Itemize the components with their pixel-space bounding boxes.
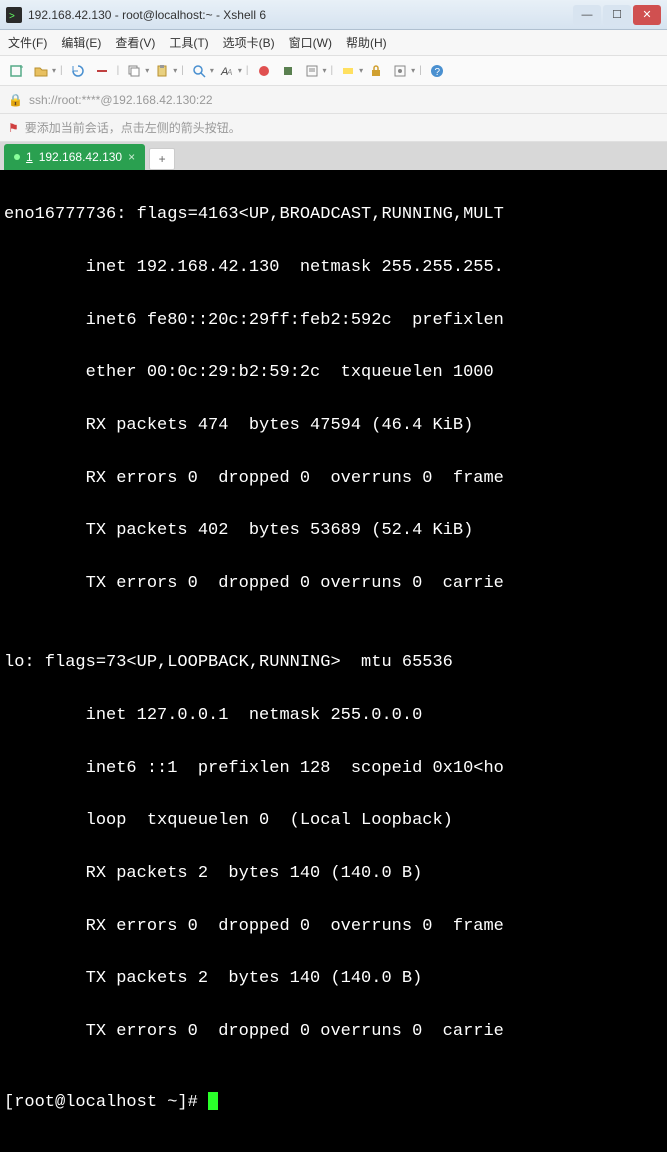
new-tab-button[interactable]: + [149,148,175,170]
cursor-icon [208,1092,218,1110]
window-title: 192.168.42.130 - root@localhost:~ - Xshe… [28,8,573,22]
copy-icon[interactable] [123,60,145,82]
disconnect-icon[interactable] [91,60,113,82]
dropdown-icon[interactable]: ▾ [238,66,242,75]
menu-file[interactable]: 文件(F) [8,34,47,51]
terminal-line: TX errors 0 dropped 0 overruns 0 carrie [4,1019,663,1045]
search-icon[interactable] [188,60,210,82]
terminal-output[interactable]: eno16777736: flags=4163<UP,BROADCAST,RUN… [0,170,667,1152]
dropdown-icon[interactable]: ▾ [173,66,177,75]
session-tab[interactable]: 1 192.168.42.130 × [4,144,145,170]
menu-tools[interactable]: 工具(T) [169,34,208,51]
tab-close-icon[interactable]: × [128,150,135,164]
minimize-button[interactable]: — [573,5,601,25]
menu-help[interactable]: 帮助(H) [346,34,387,51]
dropdown-icon[interactable]: ▾ [411,66,415,75]
window-titlebar: > 192.168.42.130 - root@localhost:~ - Xs… [0,0,667,30]
help-icon[interactable]: ? [426,60,448,82]
maximize-button[interactable]: ☐ [603,5,631,25]
app-icon: > [6,7,22,23]
font-icon[interactable]: AA [216,60,238,82]
dropdown-icon[interactable]: ▾ [323,66,327,75]
svg-text:>: > [9,11,15,22]
connection-indicator-icon [14,154,20,160]
script-icon[interactable] [301,60,323,82]
toolbar: ▾ | | ▾ ▾ | ▾ AA ▾ | ▾ | ▾ ▾ | ? [0,56,667,86]
terminal-line: RX errors 0 dropped 0 overruns 0 frame [4,466,663,492]
address-bar[interactable]: 🔒 ssh://root:****@192.168.42.130:22 [0,86,667,114]
dropdown-icon[interactable]: ▾ [359,66,363,75]
hint-text: 要添加当前会话，点击左侧的箭头按钮。 [25,119,241,136]
terminal-line: RX errors 0 dropped 0 overruns 0 frame [4,914,663,940]
terminal-line: inet6 ::1 prefixlen 128 scopeid 0x10<ho [4,756,663,782]
terminal-line: ether 00:0c:29:b2:59:2c txqueuelen 1000 [4,360,663,386]
menu-edit[interactable]: 编辑(E) [61,34,101,51]
tab-index: 1 [26,150,33,164]
menu-window[interactable]: 窗口(W) [289,34,332,51]
properties-icon[interactable] [389,60,411,82]
close-button[interactable]: ✕ [633,5,661,25]
terminal-line: inet6 fe80::20c:29ff:feb2:592c prefixlen [4,308,663,334]
lock-icon[interactable] [365,60,387,82]
terminal-line: TX packets 2 bytes 140 (140.0 B) [4,966,663,992]
tab-label: 192.168.42.130 [39,150,122,164]
terminal-line: TX errors 0 dropped 0 overruns 0 carrie [4,571,663,597]
terminal-line: lo: flags=73<UP,LOOPBACK,RUNNING> mtu 65… [4,650,663,676]
new-session-icon[interactable] [6,60,28,82]
tab-bar: 1 192.168.42.130 × + [0,142,667,170]
record-icon[interactable] [253,60,275,82]
lock-icon: 🔒 [8,93,23,107]
terminal-line: RX packets 474 bytes 47594 (46.4 KiB) [4,413,663,439]
dropdown-icon[interactable]: ▾ [145,66,149,75]
highlight-icon[interactable] [337,60,359,82]
menu-bar: 文件(F) 编辑(E) 查看(V) 工具(T) 选项卡(B) 窗口(W) 帮助(… [0,30,667,56]
terminal-prompt-line: [root@localhost ~]# [4,1090,663,1116]
terminal-line: TX packets 402 bytes 53689 (52.4 KiB) [4,518,663,544]
plus-icon: + [159,152,166,166]
svg-text:A: A [226,68,232,77]
svg-text:?: ? [434,67,440,78]
terminal-line: eno16777736: flags=4163<UP,BROADCAST,RUN… [4,202,663,228]
terminal-line: inet 192.168.42.130 netmask 255.255.255. [4,255,663,281]
address-text: ssh://root:****@192.168.42.130:22 [29,93,213,107]
terminal-prompt: [root@localhost ~]# [4,1093,208,1112]
stop-icon[interactable] [277,60,299,82]
dropdown-icon[interactable]: ▾ [52,66,56,75]
dropdown-icon[interactable]: ▾ [210,66,214,75]
flag-icon[interactable]: ⚑ [8,121,19,135]
menu-view[interactable]: 查看(V) [115,34,155,51]
terminal-line: loop txqueuelen 0 (Local Loopback) [4,808,663,834]
terminal-line: RX packets 2 bytes 140 (140.0 B) [4,861,663,887]
window-controls: — ☐ ✕ [573,5,661,25]
reconnect-icon[interactable] [67,60,89,82]
terminal-line: inet 127.0.0.1 netmask 255.0.0.0 [4,703,663,729]
hint-bar: ⚑ 要添加当前会话，点击左侧的箭头按钮。 [0,114,667,142]
menu-tabs[interactable]: 选项卡(B) [223,34,275,51]
open-session-icon[interactable] [30,60,52,82]
paste-icon[interactable] [151,60,173,82]
